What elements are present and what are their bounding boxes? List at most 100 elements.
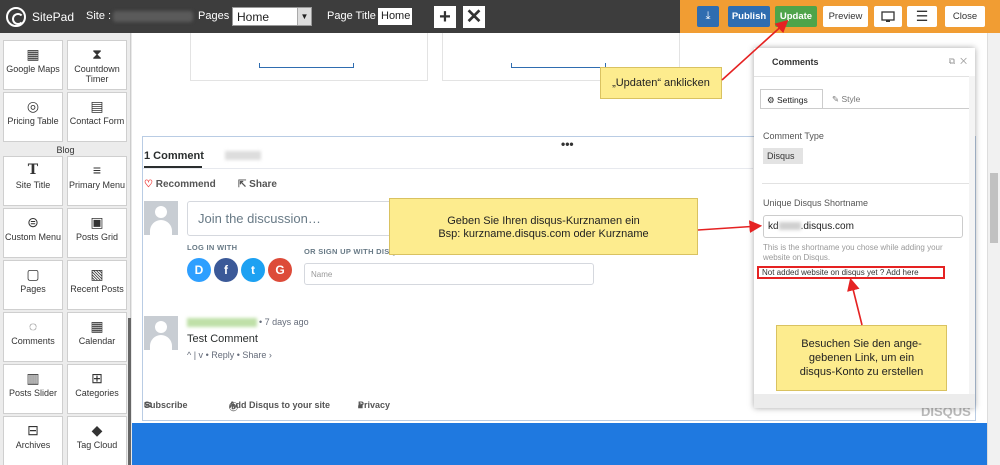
shortname-redacted bbox=[778, 222, 801, 231]
share-label: Share bbox=[249, 179, 277, 190]
widget-label: Calendar bbox=[78, 336, 116, 346]
tag-icon: ◆ bbox=[91, 422, 103, 438]
widget-pricing-table[interactable]: ◎ Pricing Table bbox=[3, 92, 63, 142]
text-icon: T bbox=[27, 162, 39, 178]
facebook-login-icon[interactable]: f bbox=[214, 258, 238, 282]
panel-controls: ⧉ ✕ bbox=[949, 56, 967, 67]
tab-style[interactable]: ✎ Style bbox=[826, 89, 878, 109]
preview-button[interactable]: Preview bbox=[823, 6, 868, 27]
annotation-line: Besuchen Sie den ange- bbox=[801, 338, 922, 350]
widget-label: Site Title bbox=[15, 180, 51, 190]
widget-label: Pages bbox=[20, 284, 46, 294]
update-button[interactable]: Update bbox=[775, 6, 817, 27]
comments-icon: ◌ bbox=[28, 318, 38, 334]
widget-label: Contact Form bbox=[69, 116, 125, 126]
gear-icon: ⚙ bbox=[767, 95, 775, 105]
disqus-login-icon[interactable]: D bbox=[187, 258, 211, 282]
widget-posts-grid[interactable]: ▣ Posts Grid bbox=[67, 208, 127, 258]
widget-calendar[interactable]: ▦ Calendar bbox=[67, 312, 127, 362]
widget-countdown-timer[interactable]: ⧗ Countdown Timer bbox=[67, 40, 127, 90]
scrollbar-thumb[interactable] bbox=[990, 173, 998, 243]
widget-primary-menu[interactable]: ≡ Primary Menu bbox=[67, 156, 127, 206]
site-label: Site : bbox=[86, 10, 112, 22]
widget-categories[interactable]: ⊞ Categories bbox=[67, 364, 127, 414]
widget-label: Pricing Table bbox=[7, 116, 59, 126]
widget-label: Posts Grid bbox=[75, 232, 118, 242]
shortname-label: Unique Disqus Shortname bbox=[763, 198, 869, 208]
comment-count[interactable]: 1 Comment bbox=[144, 150, 204, 162]
google-login-icon[interactable]: G bbox=[268, 258, 292, 282]
share-icon: ⇱ bbox=[238, 179, 247, 190]
drag-handle-icon[interactable]: ••• bbox=[561, 137, 574, 151]
shortname-help-text: This is the shortname you chose while ad… bbox=[763, 243, 943, 262]
divider bbox=[762, 183, 972, 184]
comment-type-select[interactable]: Disqus bbox=[763, 148, 803, 164]
widget-site-title[interactable]: T Site Title bbox=[3, 156, 63, 206]
login-with-label: LOG IN WITH bbox=[187, 243, 238, 252]
card-button[interactable] bbox=[511, 63, 606, 68]
widget-archives[interactable]: ⊟ Archives bbox=[3, 416, 63, 465]
brand-name: SitePad bbox=[32, 10, 75, 24]
popout-icon[interactable]: ⧉ bbox=[949, 56, 955, 66]
share-button[interactable]: ⇱ Share bbox=[238, 179, 277, 190]
widget-label: Primary Menu bbox=[68, 180, 125, 190]
widget-contact-form[interactable]: ▤ Contact Form bbox=[67, 92, 127, 142]
twitter-login-icon[interactable]: t bbox=[241, 258, 265, 282]
tab-divider bbox=[760, 108, 970, 109]
name-input[interactable]: Name bbox=[304, 263, 594, 285]
sidebar-scrollbar[interactable] bbox=[128, 318, 131, 465]
widget-comments[interactable]: ◌ Comments bbox=[3, 312, 63, 362]
canvas-scrollbar[interactable] bbox=[987, 33, 1000, 465]
panel-scrollbar[interactable] bbox=[969, 76, 975, 408]
widget-google-maps[interactable]: ▦ Google Maps bbox=[3, 40, 63, 90]
footer-section bbox=[132, 423, 987, 465]
pricing-icon: ◎ bbox=[26, 98, 40, 114]
download-button[interactable]: ⤓ bbox=[697, 6, 719, 27]
page-title-input[interactable]: Home bbox=[378, 8, 412, 25]
menu-button[interactable]: ☰ bbox=[907, 6, 937, 27]
calendar-icon: ▦ bbox=[90, 318, 104, 334]
annotation-line: Bsp: kurzname.disqus.com oder Kurzname bbox=[438, 228, 649, 240]
close-icon[interactable]: ✕ bbox=[960, 56, 967, 66]
tab-style-label: Style bbox=[841, 94, 861, 104]
comment-type-label: Comment Type bbox=[763, 131, 824, 141]
widget-label: Countdown Timer bbox=[74, 64, 120, 84]
desktop-view-button[interactable] bbox=[874, 6, 902, 27]
monitor-icon bbox=[881, 11, 895, 22]
brush-icon: ✎ bbox=[832, 94, 840, 104]
posts-grid-icon: ▣ bbox=[90, 214, 104, 230]
recommend-button[interactable]: ♡ Recommend bbox=[144, 179, 216, 190]
annotation-shortname: Geben Sie Ihren disqus-Kurznamen ein Bsp… bbox=[389, 198, 698, 255]
widget-tag-cloud[interactable]: ◆ Tag Cloud bbox=[67, 416, 127, 465]
form-icon: ▤ bbox=[90, 98, 104, 114]
card-button[interactable] bbox=[259, 63, 354, 68]
privacy-label: Privacy bbox=[358, 400, 391, 410]
widget-recent-posts[interactable]: ▧ Recent Posts bbox=[67, 260, 127, 310]
close-button[interactable]: Close bbox=[945, 6, 985, 27]
hamburger-icon: ☰ bbox=[915, 8, 929, 24]
widget-pages[interactable]: ▢ Pages bbox=[3, 260, 63, 310]
comment-actions[interactable]: ^ | v • Reply • Share › bbox=[187, 350, 272, 360]
avatar bbox=[144, 201, 178, 235]
widget-custom-menu[interactable]: ⊜ Custom Menu bbox=[3, 208, 63, 258]
archives-icon: ⊟ bbox=[27, 422, 39, 438]
content-card bbox=[190, 33, 428, 81]
pages-icon: ▢ bbox=[26, 266, 40, 282]
publish-button[interactable]: Publish bbox=[728, 6, 770, 27]
pages-select[interactable]: Home ▼ bbox=[232, 7, 312, 26]
recommend-label: Recommend bbox=[155, 179, 216, 190]
comment-timestamp[interactable]: • 7 days ago bbox=[259, 317, 309, 327]
shortname-input[interactable]: kd .disqus.com bbox=[763, 215, 963, 238]
chevron-down-icon: ▼ bbox=[297, 8, 311, 25]
heart-icon: ♡ bbox=[144, 179, 153, 190]
recent-posts-icon: ▧ bbox=[90, 266, 104, 282]
widget-label: Recent Posts bbox=[70, 284, 124, 294]
pages-label: Pages : bbox=[198, 10, 236, 22]
add-page-icon[interactable]: + bbox=[434, 6, 456, 28]
delete-page-icon[interactable]: ✕ bbox=[463, 6, 485, 28]
tab-settings[interactable]: ⚙ Settings bbox=[760, 89, 823, 109]
comment-author-redacted[interactable] bbox=[187, 318, 257, 327]
add-website-link[interactable]: Not added website on disqus yet ? Add he… bbox=[757, 266, 945, 279]
categories-icon: ⊞ bbox=[91, 370, 103, 386]
widget-posts-slider[interactable]: ▥ Posts Slider bbox=[3, 364, 63, 414]
